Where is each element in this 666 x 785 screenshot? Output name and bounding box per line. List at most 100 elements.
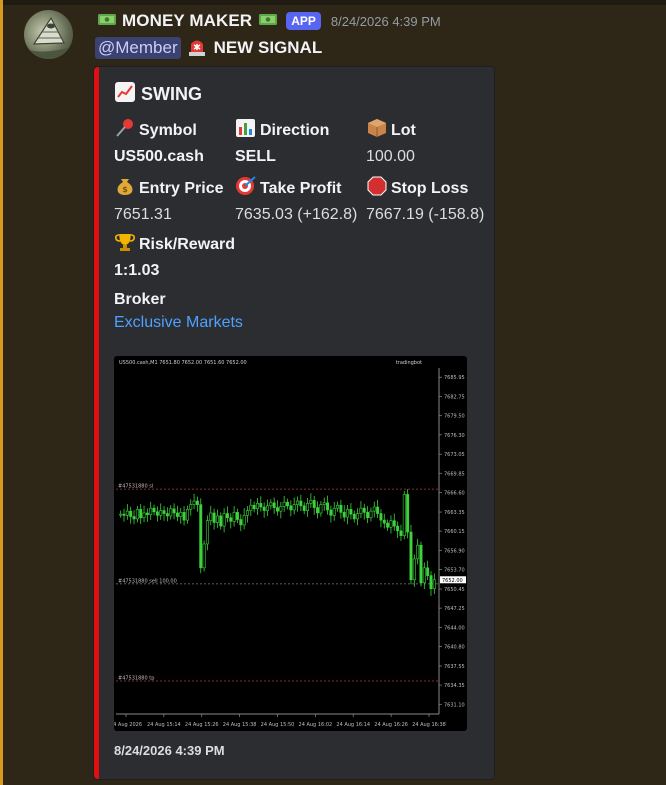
- chart-candle: [185, 509, 189, 521]
- chart-candle: [259, 503, 263, 508]
- chart-watermark: tradingbot: [396, 360, 422, 366]
- chart-candle: [162, 510, 166, 514]
- field-lot-name: Lot: [391, 121, 416, 139]
- chart-candle: [119, 513, 123, 516]
- field-entry-value: 7651.31: [114, 206, 172, 223]
- chart-candle: [402, 494, 406, 536]
- chart-y-tick-label: 7663.35: [444, 510, 465, 516]
- field-direction: Direction SELL: [235, 118, 329, 166]
- chart-candle: [246, 510, 249, 516]
- chart-candle: [145, 512, 149, 516]
- svg-text:$: $: [122, 185, 128, 194]
- chart-y-tick-label: 7634.35: [444, 683, 465, 689]
- chart-candle: [389, 520, 393, 528]
- chart-candle: [132, 516, 136, 520]
- top-divider: [0, 0, 666, 5]
- package-icon: [366, 118, 388, 143]
- app-badge: APP: [286, 12, 321, 30]
- chart-candle: [372, 506, 376, 512]
- money-icon: [258, 11, 278, 32]
- chart-x-tick-label: 24 Aug 16:14: [336, 722, 370, 728]
- username[interactable]: MONEY MAKER: [122, 11, 252, 31]
- chart-candle: [322, 502, 326, 505]
- field-symbol: Symbol US500.cash: [114, 118, 204, 166]
- stop-sign-icon: [366, 176, 388, 201]
- trade-chart-image[interactable]: US500.cash,M1 7651.80 7652.00 7651.60 76…: [114, 356, 467, 731]
- field-lot: Lot 100.00: [366, 118, 416, 166]
- chart-candle: [235, 512, 239, 520]
- field-direction-name: Direction: [260, 121, 330, 139]
- chart-candle: [299, 500, 303, 507]
- chart-candle: [249, 504, 253, 511]
- chart-candle: [189, 504, 193, 510]
- chart-x-tick-label: 24 Aug 15:50: [261, 722, 295, 728]
- embed-title-text: SWING: [141, 84, 202, 104]
- chart-candle: [352, 513, 356, 520]
- embed-title: SWING: [114, 81, 202, 108]
- message-timestamp: 8/24/2026 4:39 PM: [330, 13, 441, 29]
- chart-candle: [362, 507, 366, 513]
- chart-candle: [309, 500, 313, 504]
- chart-candle: [339, 504, 343, 513]
- chart-candle: [312, 500, 316, 508]
- chart-candle: [149, 507, 153, 516]
- chart-candle: [155, 511, 159, 516]
- chart-candle: [419, 544, 423, 584]
- chart-candle: [286, 501, 289, 507]
- field-stop-loss: Stop Loss 7667.19 (-158.8): [366, 176, 484, 224]
- chart-candle: [125, 510, 129, 516]
- chart-candle: [319, 504, 323, 514]
- chart-candle: [279, 506, 283, 512]
- chart-candle: [346, 509, 350, 518]
- pushpin-icon: [114, 118, 136, 143]
- chart-candle: [169, 508, 173, 517]
- chart-x-tick-label: 24 Aug 15:38: [223, 722, 257, 728]
- trophy-icon: [114, 232, 136, 257]
- chart-y-tick-label: 7673.05: [444, 452, 465, 458]
- chart-candle: [316, 507, 320, 514]
- chart-entry-label: #47531880 sell 100.00: [118, 578, 177, 584]
- chart-candle: [422, 567, 426, 584]
- field-rr-value: 1:1.03: [114, 262, 160, 279]
- chart-candle: [302, 505, 306, 511]
- message-content: @Member NEW SIGNAL: [95, 36, 322, 60]
- chart-svg: US500.cash,M1 7651.80 7652.00 7651.60 76…: [114, 360, 466, 728]
- chart-candle: [276, 507, 279, 512]
- chart-candle: [399, 530, 403, 536]
- chart-candle: [135, 509, 139, 520]
- chart-candle: [175, 512, 179, 517]
- chart-x-tick-label: 24 Aug 15:26: [185, 722, 219, 728]
- chart-candle: [266, 505, 269, 511]
- member-mention[interactable]: @Member: [95, 37, 181, 59]
- chart-y-tick-label: 7631.10: [444, 702, 465, 708]
- mention-highlight-bar: [0, 0, 3, 785]
- pyramid-eye-icon: [29, 16, 68, 59]
- chart-y-tick-label: 7656.90: [444, 549, 465, 555]
- money-icon: [97, 11, 117, 32]
- chart-candle: [326, 502, 330, 511]
- avatar[interactable]: [24, 10, 73, 59]
- chart-candle: [272, 502, 276, 508]
- chart-candle: [256, 503, 259, 510]
- field-lot-value: 100.00: [366, 148, 415, 165]
- chart-y-tick-label: 7679.50: [444, 414, 465, 420]
- chart-y-tick-label: 7660.15: [444, 529, 465, 535]
- chart-candle: [369, 510, 373, 519]
- chart-candle: [356, 513, 360, 520]
- chart-candle: [192, 500, 196, 505]
- chart-candle: [222, 513, 226, 527]
- chart-candle: [292, 504, 296, 511]
- chart-y-tick-label: 7653.70: [444, 568, 465, 574]
- chart-x-tick-label: 24 Aug 15:14: [147, 722, 181, 728]
- chart-candle: [142, 512, 146, 519]
- chart-candle: [172, 508, 176, 514]
- chart-candle: [342, 512, 346, 518]
- chart-header-text: US500.cash,M1 7651.80 7652.00 7651.60 76…: [119, 360, 247, 366]
- chart-current-price-label: 7652.00: [442, 578, 463, 584]
- chart-candle: [165, 513, 169, 517]
- chart-candle: [209, 512, 213, 522]
- chart-candle: [426, 567, 430, 576]
- broker-link[interactable]: Exclusive Markets: [114, 314, 243, 332]
- chart-y-tick-label: 7669.85: [444, 471, 465, 477]
- chart-x-tick-label: 24 Aug 16:02: [299, 722, 333, 728]
